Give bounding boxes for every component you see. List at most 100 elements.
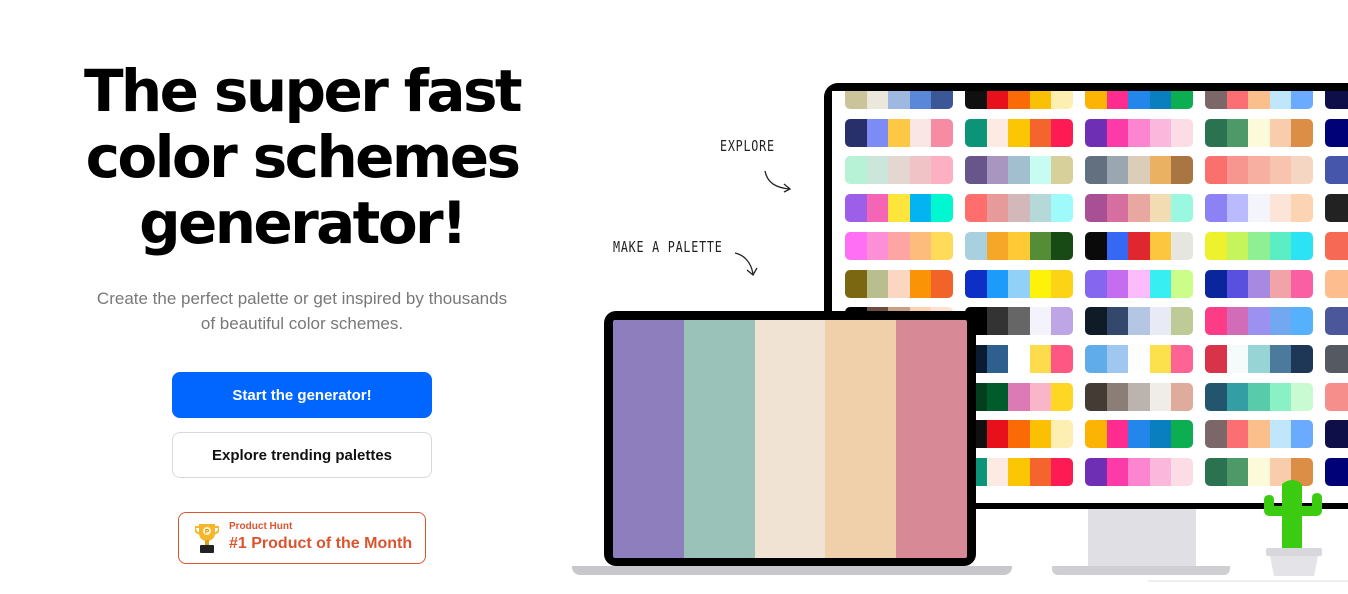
palette-card[interactable] [1325, 307, 1348, 336]
palette-card[interactable] [1205, 269, 1313, 298]
palette-card[interactable] [1085, 307, 1193, 336]
palette-swatch [965, 91, 987, 109]
palette-card[interactable] [1205, 194, 1313, 223]
palette-swatch [1226, 458, 1249, 486]
palette-swatch [931, 231, 953, 260]
palette-card[interactable] [1205, 382, 1313, 411]
palette-swatch [931, 194, 953, 223]
palette-swatch [1226, 194, 1249, 223]
palette-swatch [1128, 194, 1150, 223]
palette-swatch [986, 382, 1009, 411]
palette-swatch [1226, 344, 1249, 373]
palette-card[interactable] [965, 344, 1073, 373]
palette-swatch [986, 420, 1009, 449]
palette-swatch [1051, 231, 1073, 260]
palette-swatch [1269, 344, 1292, 373]
palette-swatch [1226, 231, 1249, 260]
palette-card[interactable] [965, 307, 1073, 336]
palette-card[interactable] [1205, 420, 1313, 449]
palette-card[interactable] [845, 91, 953, 109]
palette-card[interactable] [845, 269, 953, 298]
palette-swatch [888, 231, 910, 260]
explore-trending-button[interactable]: Explore trending palettes [172, 432, 432, 478]
palette-card[interactable] [965, 420, 1073, 449]
palette-swatch [845, 118, 867, 147]
palette-card[interactable] [965, 156, 1073, 185]
palette-card[interactable] [1325, 156, 1348, 185]
palette-card[interactable] [965, 382, 1073, 411]
palette-card[interactable] [845, 118, 953, 147]
palette-swatch [1205, 382, 1227, 411]
palette-card[interactable] [1205, 91, 1313, 109]
palette-card[interactable] [845, 231, 953, 260]
palette-swatch [1106, 269, 1129, 298]
palette-swatch [1171, 382, 1193, 411]
palette-swatch [1248, 118, 1270, 147]
palette-card[interactable] [1085, 194, 1193, 223]
start-generator-button[interactable]: Start the generator! [172, 372, 432, 418]
palette-swatch [1085, 231, 1107, 260]
palette-card[interactable] [1085, 382, 1193, 411]
palette-card[interactable] [1205, 344, 1313, 373]
palette-swatch [1325, 344, 1348, 373]
palette-card[interactable] [1325, 194, 1348, 223]
palette-card[interactable] [1205, 307, 1313, 336]
palette-card[interactable] [1085, 156, 1193, 185]
palette-card[interactable] [1085, 420, 1193, 449]
palette-swatch [1325, 91, 1348, 109]
palette-card[interactable] [965, 194, 1073, 223]
palette-swatch [1149, 91, 1172, 109]
palette-card[interactable] [1085, 458, 1193, 486]
palette-swatch [931, 91, 953, 109]
palette-card[interactable] [1085, 269, 1193, 298]
palette-swatch [1248, 382, 1270, 411]
laptop-swatch [896, 320, 967, 558]
palette-swatch [1051, 194, 1073, 223]
palette-swatch [1248, 307, 1270, 336]
palette-swatch [1248, 344, 1270, 373]
palette-card[interactable] [1325, 420, 1348, 449]
arrow-explore-icon [764, 170, 792, 193]
palette-card[interactable] [1205, 231, 1313, 260]
palette-card[interactable] [1085, 91, 1193, 109]
palette-swatch [1291, 231, 1313, 260]
palette-card[interactable] [1085, 344, 1193, 373]
palette-swatch [1008, 231, 1030, 260]
palette-swatch [1008, 420, 1030, 449]
palette-card[interactable] [965, 91, 1073, 109]
palette-swatch [1106, 194, 1129, 223]
palette-card[interactable] [1325, 344, 1348, 373]
palette-swatch [888, 194, 910, 223]
palette-swatch [1008, 382, 1030, 411]
svg-text:P: P [205, 530, 209, 536]
palette-card[interactable] [1085, 231, 1193, 260]
palette-swatch [1325, 420, 1348, 449]
palette-swatch [1325, 382, 1348, 411]
palette-swatch [866, 269, 889, 298]
palette-card[interactable] [845, 194, 953, 223]
palette-swatch [1205, 344, 1227, 373]
palette-card[interactable] [965, 458, 1073, 486]
palette-swatch [1269, 231, 1292, 260]
palette-card[interactable] [1325, 269, 1348, 298]
palette-swatch [1085, 118, 1107, 147]
palette-card[interactable] [1325, 118, 1348, 147]
palette-card[interactable] [1325, 231, 1348, 260]
palette-card[interactable] [965, 269, 1073, 298]
product-hunt-badge[interactable]: P Product Hunt #1 Product of the Month [178, 512, 426, 564]
palette-card[interactable] [1205, 118, 1313, 147]
palette-card[interactable] [845, 156, 953, 185]
palette-card[interactable] [1325, 91, 1348, 109]
palette-card[interactable] [965, 231, 1073, 260]
palette-swatch [1128, 307, 1150, 336]
palette-card[interactable] [1205, 156, 1313, 185]
palette-swatch [1226, 156, 1249, 185]
palette-swatch [1128, 91, 1150, 109]
palette-card[interactable] [1325, 382, 1348, 411]
palette-card[interactable] [1085, 118, 1193, 147]
palette-swatch [909, 118, 932, 147]
palette-swatch [965, 231, 987, 260]
palette-swatch [1106, 344, 1129, 373]
palette-card[interactable] [965, 118, 1073, 147]
palette-swatch [1128, 382, 1150, 411]
